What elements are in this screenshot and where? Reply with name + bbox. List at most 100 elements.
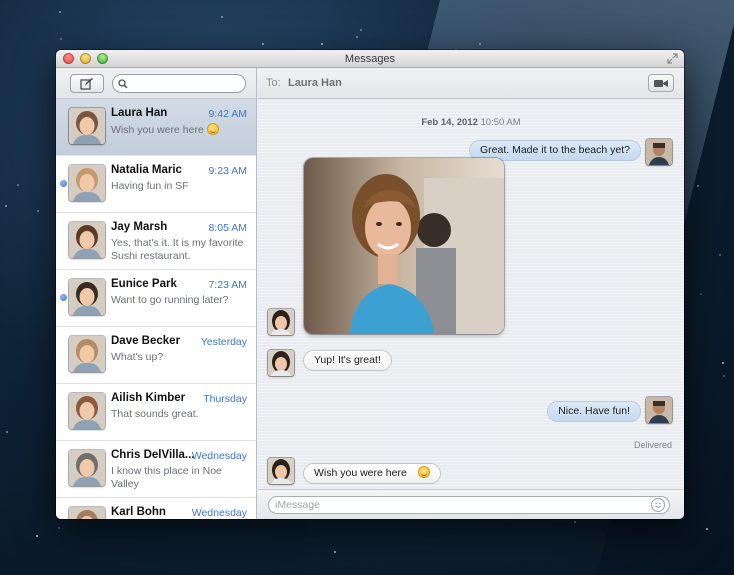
star bbox=[722, 362, 724, 364]
video-camera-icon bbox=[654, 79, 668, 87]
message-transcript[interactable]: Feb 14, 2012 10:50 AM Great. Made it to … bbox=[258, 99, 684, 519]
star bbox=[360, 29, 362, 31]
timestamp-date: Feb 14, 2012 bbox=[421, 117, 478, 128]
imessage-input[interactable]: iMessage bbox=[268, 496, 670, 514]
conversation-preview: Want to go running later? bbox=[111, 294, 249, 307]
compose-bar: iMessage bbox=[258, 489, 684, 519]
avatar bbox=[69, 279, 105, 315]
star bbox=[723, 375, 725, 377]
contact-avatar bbox=[268, 309, 294, 335]
conversation-preview: I know this place in Noe Valley bbox=[111, 465, 249, 491]
star bbox=[59, 11, 61, 13]
avatar bbox=[69, 336, 105, 372]
conversation-time: Wednesday bbox=[191, 450, 247, 462]
preview-text: Want to go running later? bbox=[111, 294, 229, 306]
preview-text: Wish you were here bbox=[111, 124, 204, 136]
conversation-preview: That sounds great. bbox=[111, 408, 249, 421]
star bbox=[221, 16, 223, 18]
conversation-item[interactable]: Eunice Park 7:23 AM Want to go running lat… bbox=[56, 270, 256, 327]
star bbox=[36, 535, 38, 537]
preview-text: Having fun in SF bbox=[111, 180, 189, 192]
avatar bbox=[69, 507, 105, 519]
conversation-name: Eunice Park bbox=[111, 278, 177, 290]
message-bubble-incoming[interactable]: Wish you were here bbox=[304, 464, 440, 483]
zoom-button[interactable] bbox=[97, 53, 108, 64]
preview-text: What's up? bbox=[111, 351, 164, 363]
message-text: Nice. Have fun! bbox=[558, 405, 630, 417]
preview-text: That sounds great. bbox=[111, 408, 199, 420]
title-bar[interactable]: Messages bbox=[56, 50, 684, 68]
star bbox=[17, 184, 19, 186]
star bbox=[321, 43, 323, 45]
conversation-preview: Yes, that's it. It is my favorite Sushi … bbox=[111, 237, 249, 263]
facetime-button[interactable] bbox=[648, 74, 674, 92]
close-button[interactable] bbox=[63, 53, 74, 64]
timestamp-header: Feb 14, 2012 10:50 AM bbox=[258, 117, 684, 128]
message-text: Yup! It's great! bbox=[314, 354, 381, 366]
search-icon bbox=[118, 78, 128, 89]
delivered-status: Delivered bbox=[633, 440, 672, 450]
conversation-item[interactable]: Natalia Maric 9:23 AM Having fun in SF bbox=[56, 156, 256, 213]
sidebar-toolbar bbox=[56, 68, 256, 99]
conversation-item[interactable]: Jay Marsh 8:05 AM Yes, that's it. It is my… bbox=[56, 213, 256, 270]
star bbox=[479, 43, 481, 45]
conversation-time: 7:23 AM bbox=[208, 279, 247, 291]
timestamp-time: 10:50 AM bbox=[480, 117, 521, 128]
conversation-time: 9:42 AM bbox=[208, 108, 247, 120]
conversation-name: Chris DelVilla... bbox=[111, 449, 195, 461]
recipient-bar: To: Laura Han bbox=[258, 68, 684, 99]
smiley-emoji-icon bbox=[206, 123, 219, 135]
conversation-name: Jay Marsh bbox=[111, 221, 168, 233]
unread-indicator bbox=[60, 294, 67, 301]
compose-button[interactable] bbox=[70, 74, 104, 93]
search-field[interactable] bbox=[112, 74, 246, 93]
conversation-time: 9:23 AM bbox=[208, 165, 247, 177]
conversation-preview: What's up? bbox=[111, 351, 249, 364]
recipient-name[interactable]: Laura Han bbox=[288, 77, 342, 89]
conversation-list: Laura Han 9:42 AM Wish you were here Natal… bbox=[56, 99, 256, 519]
search-input[interactable] bbox=[132, 78, 242, 89]
message-bubble-incoming[interactable]: Yup! It's great! bbox=[304, 351, 391, 370]
conversation-time: Wednesday bbox=[191, 507, 247, 519]
message-text: Wish you were here bbox=[314, 467, 407, 479]
star bbox=[262, 43, 264, 45]
conversation-item[interactable]: Laura Han 9:42 AM Wish you were here bbox=[56, 99, 256, 156]
message-text: Great. Made it to the beach yet? bbox=[479, 144, 630, 156]
conversation-time: 8:05 AM bbox=[208, 222, 247, 234]
avatar bbox=[69, 108, 105, 144]
photo-attachment[interactable] bbox=[304, 158, 504, 334]
contact-avatar bbox=[268, 350, 294, 376]
conversation-item[interactable]: Ailish Kimber Thursday That sounds great. bbox=[56, 384, 256, 441]
star bbox=[5, 205, 7, 207]
avatar bbox=[69, 393, 105, 429]
unread-indicator bbox=[60, 180, 67, 187]
minimize-button[interactable] bbox=[80, 53, 91, 64]
preview-text: I know this place in Noe Valley bbox=[111, 465, 222, 490]
my-avatar bbox=[646, 139, 672, 165]
message-bubble-outgoing[interactable]: Nice. Have fun! bbox=[548, 402, 640, 421]
conversation-sidebar: Laura Han 9:42 AM Wish you were here Natal… bbox=[56, 68, 257, 519]
conversation-item[interactable]: Chris DelVilla... Wednesday I know this pl… bbox=[56, 441, 256, 498]
avatar bbox=[69, 222, 105, 258]
star bbox=[58, 527, 60, 529]
my-avatar bbox=[646, 397, 672, 423]
emoji-picker-icon[interactable] bbox=[651, 498, 665, 512]
avatar bbox=[69, 450, 105, 486]
star bbox=[37, 210, 39, 212]
contact-avatar bbox=[268, 458, 294, 484]
star bbox=[697, 185, 699, 187]
messages-window: Messages Laura Han 9:42 AM Wish you were h… bbox=[56, 50, 684, 519]
traffic-lights bbox=[63, 53, 108, 64]
input-placeholder: iMessage bbox=[275, 499, 320, 511]
star bbox=[6, 431, 8, 433]
window-title: Messages bbox=[344, 53, 396, 65]
conversation-item[interactable]: Dave Becker Yesterday What's up? bbox=[56, 327, 256, 384]
fullscreen-icon[interactable] bbox=[667, 53, 678, 64]
to-label: To: bbox=[266, 77, 281, 89]
star bbox=[60, 38, 62, 40]
star bbox=[706, 528, 708, 530]
star bbox=[574, 521, 576, 523]
chat-pane: To: Laura Han Feb 14, 2012 10:50 AM Grea… bbox=[258, 68, 684, 519]
conversation-preview: Having fun in SF bbox=[111, 180, 249, 193]
conversation-item[interactable]: Karl Bohn Wednesday bbox=[56, 498, 256, 519]
